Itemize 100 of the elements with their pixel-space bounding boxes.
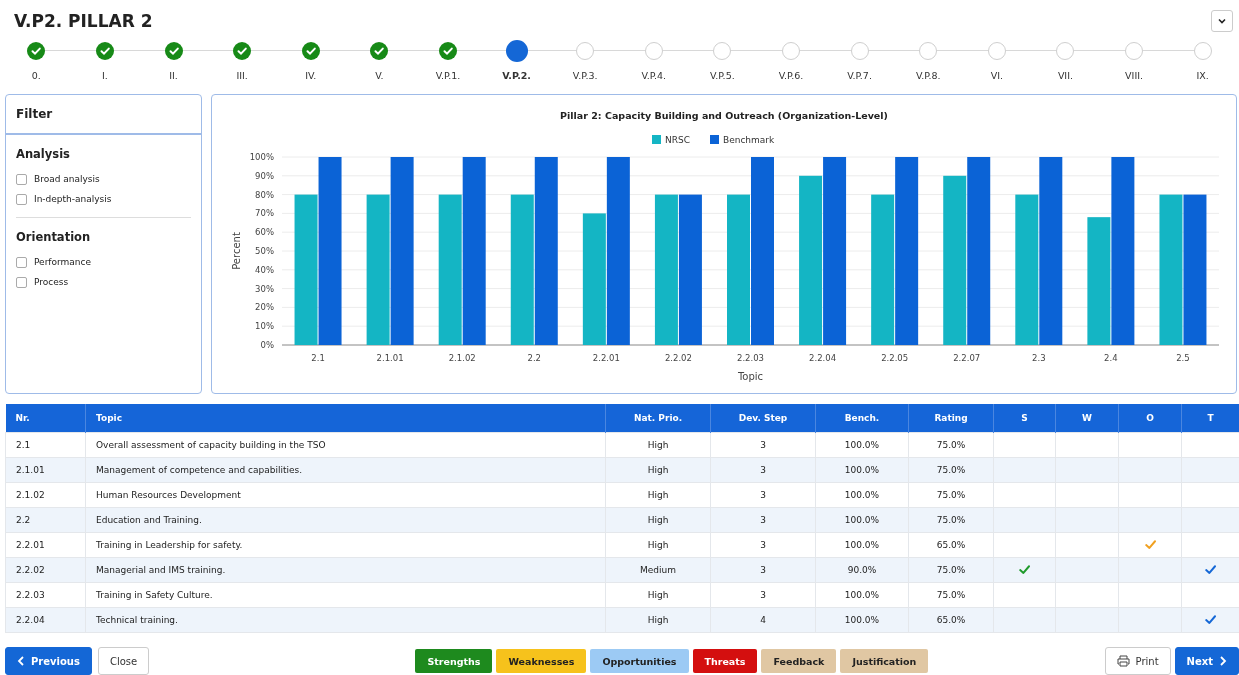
table-cell: 2.1.02: [5, 482, 86, 508]
check-cell[interactable]: [1118, 507, 1182, 533]
table-cell: 65.0%: [908, 532, 994, 558]
check-cell[interactable]: [1055, 507, 1119, 533]
print-button[interactable]: Print: [1104, 647, 1171, 675]
column-header[interactable]: Dev. Step: [710, 404, 816, 433]
y-tick-label: 70%: [255, 208, 274, 219]
next-button[interactable]: Next: [1174, 647, 1239, 675]
checkbox[interactable]: [16, 256, 27, 268]
step-label: V.P.6.: [778, 70, 804, 81]
step-label: V.P.4.: [641, 70, 667, 81]
table-cell: High: [605, 432, 711, 458]
check-cell[interactable]: [993, 607, 1056, 633]
step-circle[interactable]: [438, 42, 457, 60]
checkbox-label: In-depth-analysis: [34, 194, 112, 204]
check-cell[interactable]: [1118, 607, 1182, 633]
column-header[interactable]: W: [1055, 404, 1119, 433]
checkbox-label: Performance: [34, 257, 92, 267]
check-cell[interactable]: [1055, 557, 1119, 583]
y-axis-title: Percent: [231, 232, 242, 270]
swot-button[interactable]: Justification: [840, 649, 929, 673]
table-cell: 100.0%: [815, 607, 909, 633]
check-cell[interactable]: [1055, 457, 1119, 483]
previous-button[interactable]: Previous: [5, 647, 92, 675]
check-cell[interactable]: [1118, 557, 1182, 583]
table-cell: 3: [710, 557, 816, 583]
swot-button[interactable]: Threats: [692, 649, 758, 673]
check-cell[interactable]: [993, 457, 1056, 483]
table-cell: 2.1.01: [5, 457, 86, 483]
swot-button[interactable]: Weaknesses: [496, 649, 587, 673]
table-cell: 75.0%: [908, 432, 994, 458]
step-circle[interactable]: [505, 40, 528, 62]
table-cell: 100.0%: [815, 582, 909, 608]
x-tick-label: 2.2: [527, 353, 542, 363]
check-cell[interactable]: [1055, 482, 1119, 508]
column-header[interactable]: T: [1181, 404, 1239, 433]
check-cell[interactable]: [1181, 432, 1239, 458]
y-tick-label: 30%: [255, 283, 274, 294]
check-icon: [1143, 537, 1157, 551]
checkbox[interactable]: [16, 276, 27, 288]
table-cell: High: [605, 457, 711, 483]
column-header[interactable]: Rating: [908, 404, 994, 433]
legend-label: NRSC: [665, 135, 690, 145]
step-circle[interactable]: [95, 42, 114, 60]
y-tick-label: 20%: [255, 302, 274, 313]
step-circle[interactable]: [370, 42, 389, 60]
step-label: V.P.2.: [502, 70, 531, 81]
swot-button[interactable]: Feedback: [761, 649, 837, 673]
step-circle[interactable]: [301, 42, 320, 60]
table-cell: 2.2.04: [5, 607, 86, 633]
table-cell: 2.2: [5, 507, 86, 533]
check-cell[interactable]: [1055, 432, 1119, 458]
table-cell: 3: [710, 432, 816, 458]
column-header[interactable]: Nat. Prio.: [605, 404, 711, 433]
y-tick-label: 10%: [255, 321, 274, 332]
step-label: V.P.8.: [915, 70, 941, 81]
legend-item: NRSC: [652, 135, 690, 145]
table-cell: High: [605, 582, 711, 608]
check-cell[interactable]: [1118, 432, 1182, 458]
printer-icon: [1116, 655, 1130, 667]
check-cell[interactable]: [1118, 482, 1182, 508]
step-circle[interactable]: [164, 42, 183, 60]
step-circle[interactable]: [233, 42, 252, 60]
check-icon: [1204, 562, 1217, 576]
chevron-left-icon: [17, 656, 25, 666]
check-cell[interactable]: [993, 507, 1056, 533]
checkbox[interactable]: [16, 173, 27, 185]
step-circle[interactable]: [27, 42, 46, 60]
step-label: VIII.: [1125, 70, 1143, 81]
column-header[interactable]: Topic: [85, 404, 606, 433]
column-header[interactable]: S: [993, 404, 1056, 433]
check-cell[interactable]: [993, 482, 1056, 508]
column-header[interactable]: Nr.: [5, 404, 86, 433]
dropdown-button[interactable]: [1211, 10, 1233, 32]
swot-button[interactable]: Strengths: [415, 649, 493, 673]
check-cell[interactable]: [1055, 582, 1119, 608]
column-header[interactable]: O: [1118, 404, 1182, 433]
check-icon: [1204, 612, 1217, 626]
check-cell[interactable]: [1118, 457, 1182, 483]
table-cell: Overall assessment of capacity building in the TSO: [85, 432, 606, 458]
step-label: VII.: [1057, 70, 1073, 81]
step-label: 0.: [31, 70, 41, 81]
checkbox[interactable]: [16, 193, 27, 205]
check-cell[interactable]: [993, 532, 1056, 558]
x-axis-title: Topic: [737, 371, 764, 382]
column-header[interactable]: Bench.: [815, 404, 909, 433]
x-tick-label: 2.2.03: [737, 353, 764, 363]
check-cell[interactable]: [1118, 532, 1182, 558]
close-button[interactable]: Close: [97, 647, 150, 675]
check-cell[interactable]: [1055, 607, 1119, 633]
chevron-right-icon: [1219, 656, 1227, 666]
check-cell[interactable]: [1055, 532, 1119, 558]
check-cell[interactable]: [993, 432, 1056, 458]
swot-button[interactable]: Opportunities: [590, 649, 689, 673]
check-cell[interactable]: [993, 582, 1056, 608]
check-cell[interactable]: [993, 557, 1056, 583]
x-tick-label: 2.5: [1176, 353, 1190, 363]
y-tick-label: 40%: [255, 264, 274, 275]
check-cell[interactable]: [1118, 582, 1182, 608]
checkbox-label: Process: [34, 277, 69, 287]
